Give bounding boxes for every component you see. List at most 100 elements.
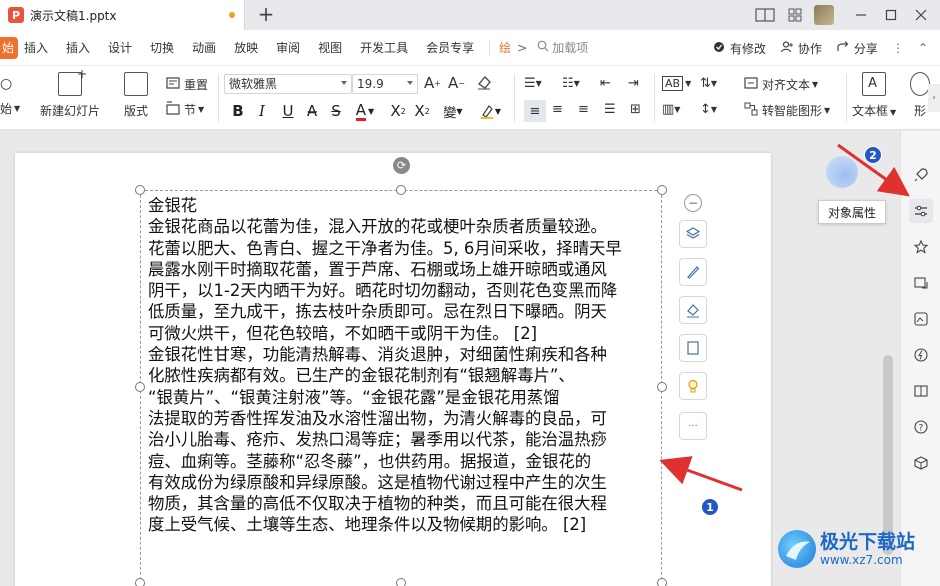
text-line: 治小儿胎毒、疮疖、发热口渴等症；暑季用以代茶，能治温热痧: [148, 430, 607, 450]
distribute-icon[interactable]: ⊞: [630, 102, 641, 117]
shadow-text-button[interactable]: S: [326, 100, 346, 122]
start-top-icon[interactable]: ○: [0, 76, 12, 92]
fill-icon[interactable]: [679, 296, 707, 324]
align-left-button[interactable]: ≡: [524, 100, 546, 122]
menu-start[interactable]: 始: [0, 36, 18, 59]
more-options-icon[interactable]: ⋮: [892, 41, 904, 55]
increase-font-icon[interactable]: A +: [424, 74, 441, 92]
font-color-button[interactable]: A ▼: [352, 100, 378, 122]
text-direction-icon[interactable]: AB ▼: [662, 76, 691, 91]
convert-icon[interactable]: [909, 271, 933, 295]
decrease-font-icon[interactable]: A −: [448, 74, 465, 92]
menu-transition[interactable]: 切换: [141, 37, 183, 59]
smartart-button[interactable]: 转智能图形 ▼: [744, 102, 830, 119]
align-right-icon[interactable]: ≡: [578, 102, 589, 117]
image-edit-icon[interactable]: [909, 307, 933, 331]
textbox-button[interactable]: A 文本框 ▼: [852, 72, 896, 119]
help-icon[interactable]: ?: [909, 415, 933, 439]
resize-handle-tr[interactable]: [657, 185, 667, 195]
menu-review[interactable]: 审阅: [267, 37, 309, 59]
shape-button[interactable]: 形: [910, 72, 930, 119]
menu-insert-2[interactable]: 插入: [57, 37, 99, 59]
italic-button[interactable]: I: [252, 100, 272, 122]
close-icon[interactable]: [908, 4, 934, 26]
more-options-icon[interactable]: ···: [679, 412, 707, 440]
column-icon[interactable]: ▥ ▼: [662, 102, 680, 117]
collaborate-button[interactable]: 协作: [780, 40, 822, 57]
resize-handle-bl[interactable]: [135, 578, 145, 586]
reset-button[interactable]: 重置: [166, 76, 208, 93]
increase-indent-icon[interactable]: ⇥: [628, 76, 639, 91]
menu-more-chevron-icon[interactable]: >: [515, 37, 529, 59]
numbered-list-icon[interactable]: ☷ ▼: [562, 76, 580, 91]
ribbon-divider-3: [654, 74, 655, 122]
layout-icon: [124, 72, 148, 96]
ribbon-scroll-right-icon[interactable]: ›: [928, 84, 940, 112]
lightbulb-icon[interactable]: [679, 372, 707, 400]
resize-handle-mr[interactable]: [657, 382, 667, 392]
decrease-indent-icon[interactable]: ⇤: [600, 76, 611, 91]
resize-handle-ml[interactable]: [135, 382, 145, 392]
font-name-select[interactable]: 微软雅黑: [224, 74, 352, 94]
new-tab-button[interactable]: +: [255, 2, 277, 26]
share-button[interactable]: 分享: [836, 40, 878, 57]
text-wrap-icon[interactable]: ⇅ ▼: [700, 76, 717, 91]
menu-member[interactable]: 会员专享: [417, 37, 483, 59]
menu-draw[interactable]: 绘: [490, 37, 515, 59]
collapse-ribbon-icon[interactable]: ⌃: [918, 41, 928, 55]
user-avatar[interactable]: [814, 5, 834, 25]
menu-design[interactable]: 设计: [99, 37, 141, 59]
menu-animation[interactable]: 动画: [183, 37, 225, 59]
section-button[interactable]: 节 ▼: [166, 101, 204, 118]
bullet-list-icon[interactable]: ☰ ▼: [524, 76, 542, 91]
resize-handle-bc[interactable]: [396, 578, 406, 586]
modified-status[interactable]: 有修改: [712, 40, 766, 57]
resize-handle-tc[interactable]: [396, 185, 406, 195]
lightning-icon[interactable]: [909, 343, 933, 367]
menu-developer[interactable]: 开发工具: [351, 37, 417, 59]
resize-handle-br[interactable]: [657, 578, 667, 586]
start-group-label[interactable]: 始 ▼: [0, 100, 20, 117]
phonetic-button[interactable]: 變 ▼: [440, 100, 466, 122]
blur-decoration: [826, 156, 858, 188]
share-label: 分享: [853, 41, 878, 56]
align-text-button[interactable]: 对齐文本 ▼: [744, 76, 818, 93]
line-spacing-icon[interactable]: ↕ ▼: [700, 102, 717, 117]
rotate-handle-icon[interactable]: ⟳: [393, 157, 410, 174]
layout-toggle-icon[interactable]: [752, 4, 778, 26]
resize-handle-tl[interactable]: [135, 185, 145, 195]
minimize-icon[interactable]: [848, 4, 874, 26]
cube-icon[interactable]: [909, 451, 933, 475]
maximize-icon[interactable]: [878, 4, 904, 26]
star-pin-icon[interactable]: [909, 235, 933, 259]
menu-slideshow[interactable]: 放映: [225, 37, 267, 59]
highlight-button[interactable]: ▼: [476, 100, 504, 122]
new-slide-button[interactable]: + 新建幻灯片: [40, 67, 100, 119]
superscript-button[interactable]: X2: [388, 100, 408, 122]
strikethrough-button[interactable]: A̶: [302, 100, 322, 122]
document-tab[interactable]: P 演示文稿1.pptx: [0, 0, 245, 30]
object-properties-icon[interactable]: [909, 199, 933, 223]
book-icon[interactable]: [909, 379, 933, 403]
grid-apps-icon[interactable]: [782, 4, 808, 26]
justify-icon[interactable]: ☰: [604, 102, 616, 117]
menu-view[interactable]: 视图: [309, 37, 351, 59]
bold-button[interactable]: B: [228, 100, 248, 122]
collapse-toolbar-icon[interactable]: −: [684, 194, 702, 212]
font-size-select[interactable]: 19.9: [352, 74, 418, 94]
layers-icon[interactable]: [679, 220, 707, 248]
align-center-icon[interactable]: ≡: [552, 102, 563, 117]
clear-format-icon[interactable]: [476, 74, 492, 90]
slide-text-content[interactable]: 金银花 金银花商品以花蕾为佳，混入开放的花或梗叶杂质者质量较逊。 花蕾以肥大、色…: [148, 195, 658, 536]
layout-button[interactable]: 版式: [124, 72, 148, 119]
pen-style-icon[interactable]: [679, 258, 707, 286]
vertical-scrollbar[interactable]: [883, 355, 893, 555]
text-line: 法提取的芳香性挥发油及水溶性溜出物，为清火解毒的良品，可: [148, 408, 607, 428]
menu-addons[interactable]: 加载项: [537, 39, 588, 56]
title-bar: P 演示文稿1.pptx +: [0, 0, 940, 30]
rocket-icon[interactable]: [909, 163, 933, 187]
frame-icon[interactable]: [679, 334, 707, 362]
underline-button[interactable]: U: [278, 100, 298, 122]
subscript-button[interactable]: X2: [412, 100, 432, 122]
menu-insert[interactable]: 插入: [18, 37, 57, 59]
